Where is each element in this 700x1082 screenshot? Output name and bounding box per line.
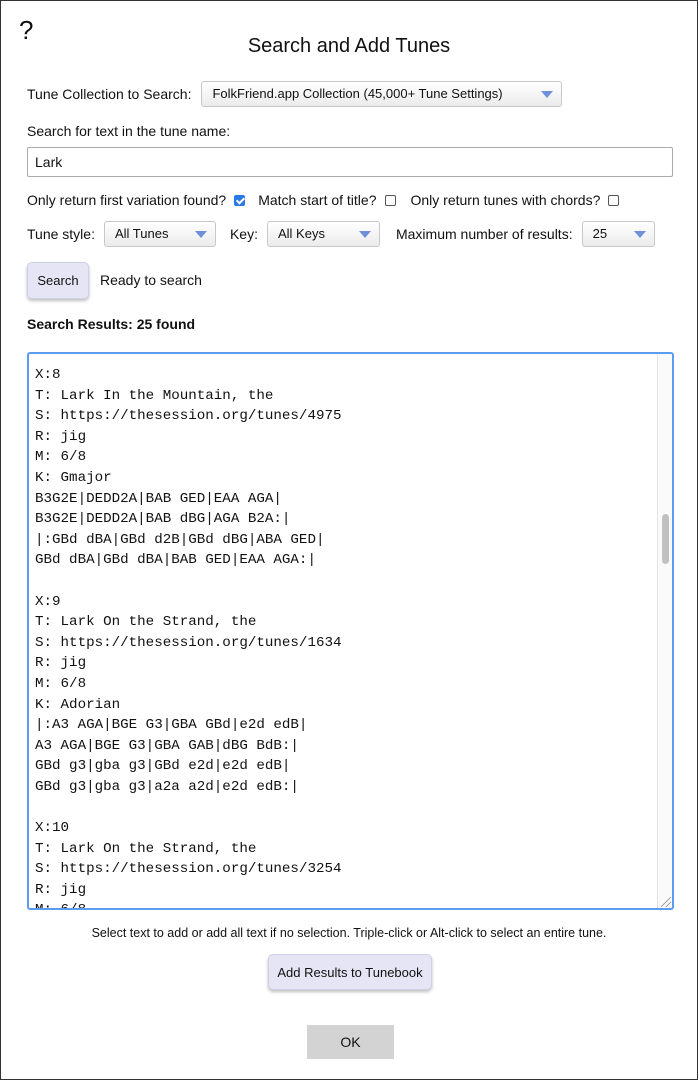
match-start-label: Match start of title? xyxy=(258,192,377,208)
key-label: Key: xyxy=(229,226,258,242)
search-results-textarea[interactable]: X:8 T: Lark In the Mountain, the S: http… xyxy=(27,352,674,910)
max-results-label: Maximum number of results: xyxy=(395,226,573,242)
dialog-title: Search and Add Tunes xyxy=(247,35,451,57)
collection-row: Tune Collection to Search: FolkFriend.ap… xyxy=(27,81,563,107)
collection-label: Tune Collection to Search: xyxy=(27,86,192,102)
max-results-select[interactable]: 25 xyxy=(581,221,655,247)
chevron-down-icon xyxy=(633,231,646,238)
tune-style-value: All Tunes xyxy=(114,226,169,241)
collection-select-value: FolkFriend.app Collection (45,000+ Tune … xyxy=(212,86,503,101)
key-select[interactable]: All Keys xyxy=(266,221,380,247)
ok-button[interactable]: OK xyxy=(307,1025,394,1059)
chords-checkbox[interactable] xyxy=(608,194,620,206)
filters-row: Tune style: All Tunes Key: All Keys Maxi… xyxy=(27,221,655,247)
collection-select[interactable]: FolkFriend.app Collection (45,000+ Tune … xyxy=(201,81,563,107)
resize-handle-icon[interactable] xyxy=(661,897,671,907)
options-row: Only return first variation found? Match… xyxy=(27,192,620,208)
chevron-down-icon xyxy=(358,231,371,238)
tune-style-select[interactable]: All Tunes xyxy=(103,221,216,247)
search-status-row: Ready to search xyxy=(100,272,202,288)
results-scrollbar[interactable] xyxy=(657,354,672,908)
max-results-value: 25 xyxy=(592,226,608,241)
key-value: All Keys xyxy=(277,226,325,241)
selection-hint: Select text to add or add all text if no… xyxy=(91,926,607,940)
results-count-label: Search Results: 25 found xyxy=(27,316,196,332)
chevron-down-icon xyxy=(541,91,554,98)
tune-style-label: Tune style: xyxy=(27,226,95,242)
search-add-tunes-dialog: ? Search and Add Tunes Tune Collection t… xyxy=(0,0,698,1080)
first-variation-label: Only return first variation found? xyxy=(27,192,227,208)
first-variation-checkbox[interactable] xyxy=(234,194,246,206)
search-status: Ready to search xyxy=(100,272,202,288)
chevron-down-icon xyxy=(194,231,207,238)
search-button[interactable]: Search xyxy=(27,262,89,299)
add-results-button[interactable]: Add Results to Tunebook xyxy=(268,954,432,990)
match-start-checkbox[interactable] xyxy=(384,194,396,206)
chords-label: Only return tunes with chords? xyxy=(410,192,601,208)
search-label: Search for text in the tune name: xyxy=(27,123,231,139)
search-label-row: Search for text in the tune name: xyxy=(27,123,230,139)
search-results-text[interactable]: X:8 T: Lark In the Mountain, the S: http… xyxy=(29,354,672,908)
search-input[interactable] xyxy=(27,147,673,177)
results-scrollbar-thumb[interactable] xyxy=(662,514,669,564)
